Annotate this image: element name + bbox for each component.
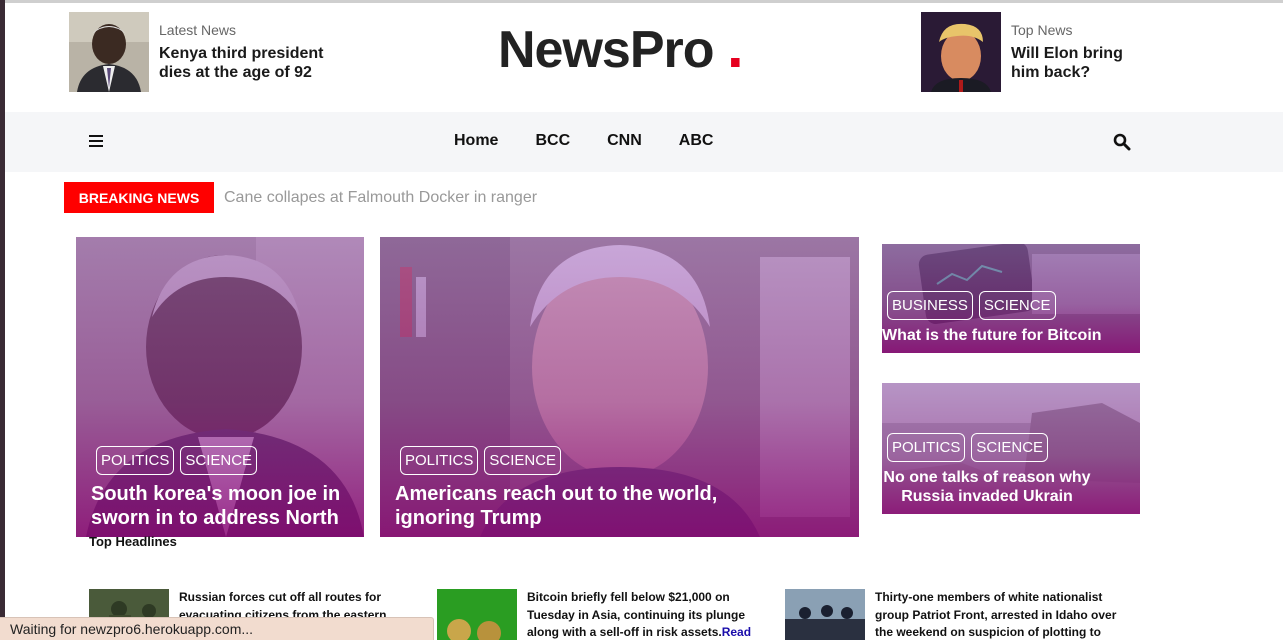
top-news-headline[interactable]: Will Elon bring him back? <box>1011 44 1123 82</box>
headline-item-3-line2[interactable]: group Patriot Front, arrested in Idaho o… <box>875 608 1116 622</box>
browser-top-border <box>0 0 1283 3</box>
top-news-teaser[interactable]: Top News Will Elon bring him back? <box>921 12 1123 92</box>
read-more-link[interactable]: Read <box>722 625 751 639</box>
featured-card-4[interactable]: POLITICS SCIENCE No one talks of reason … <box>882 383 1140 514</box>
featured-card-1-title[interactable]: South korea's moon joe in sworn in to ad… <box>91 482 361 530</box>
breaking-news-badge: BREAKING NEWS <box>64 182 214 213</box>
breaking-news-text[interactable]: Cane collapes at Falmouth Docker in rang… <box>224 189 537 207</box>
nav-link-cnn[interactable]: CNN <box>607 132 642 150</box>
hamburger-icon[interactable] <box>89 135 103 147</box>
nav-links: Home BCC CNN ABC <box>454 132 750 150</box>
top-headlines-heading: Top Headlines <box>89 534 177 549</box>
featured-card-2-tags: POLITICS SCIENCE <box>400 446 567 475</box>
headline-item-2-line1[interactable]: Bitcoin briefly fell below $21,000 on <box>527 590 730 604</box>
logo-dot: . <box>726 13 744 80</box>
headline-item-3[interactable]: Thirty-one members of white nationalist … <box>785 589 1135 642</box>
featured-card-1-title-line1[interactable]: South korea's moon joe in <box>91 483 340 505</box>
search-icon[interactable] <box>1113 133 1131 151</box>
tag-science[interactable]: SCIENCE <box>978 291 1056 320</box>
featured-card-1-title-line2[interactable]: sworn in to address North <box>91 507 339 529</box>
latest-news-teaser[interactable]: Latest News Kenya third president dies a… <box>69 12 323 92</box>
headline-item-2-line3[interactable]: along with a sell-off in risk assets. <box>527 625 722 639</box>
logo-text[interactable]: NewsPro <box>498 21 715 79</box>
featured-card-2-title-line1[interactable]: Americans reach out to the world, <box>395 483 717 505</box>
tag-business[interactable]: BUSINESS <box>887 291 973 320</box>
headline-item-3-line3[interactable]: the weekend on suspicion of plotting to <box>875 625 1101 639</box>
headline-item-2-line2[interactable]: Tuesday in Asia, continuing its plunge <box>527 608 745 622</box>
featured-card-2[interactable]: POLITICS SCIENCE Americans reach out to … <box>380 237 859 537</box>
featured-card-4-title-line2[interactable]: Russia invaded Ukrain <box>901 488 1073 505</box>
latest-news-kicker: Latest News <box>159 22 237 38</box>
headline-item-1-line1[interactable]: Russian forces cut off all routes for <box>179 590 381 604</box>
top-news-headline-line2[interactable]: him back? <box>1011 64 1090 81</box>
headline-item-2-thumbnail[interactable] <box>437 589 517 640</box>
featured-card-4-title[interactable]: No one talks of reason why Russia invade… <box>882 468 1092 506</box>
latest-news-headline-line2[interactable]: dies at the age of 92 <box>159 64 312 81</box>
headline-item-3-text[interactable]: Thirty-one members of white nationalist … <box>875 589 1135 642</box>
featured-card-4-tags: POLITICS SCIENCE <box>887 433 1054 462</box>
featured-card-3[interactable]: BUSINESS SCIENCE What is the future for … <box>882 244 1140 353</box>
latest-news-headline-line1[interactable]: Kenya third president <box>159 45 323 62</box>
featured-card-3-title[interactable]: What is the future for Bitcoin <box>882 326 1140 345</box>
top-news-thumbnail[interactable] <box>921 12 1001 92</box>
featured-card-1[interactable]: POLITICS SCIENCE South korea's moon joe … <box>76 237 364 537</box>
headline-item-2-text[interactable]: Bitcoin briefly fell below $21,000 on Tu… <box>527 589 777 642</box>
tag-science[interactable]: SCIENCE <box>971 433 1049 462</box>
latest-news-headline[interactable]: Kenya third president dies at the age of… <box>159 44 323 82</box>
tag-science[interactable]: SCIENCE <box>180 446 258 475</box>
tag-politics[interactable]: POLITICS <box>400 446 479 475</box>
browser-status-bar: Waiting for newzpro6.herokuapp.com... <box>0 617 434 640</box>
headline-item-3-line1[interactable]: Thirty-one members of white nationalist <box>875 590 1102 604</box>
tag-science[interactable]: SCIENCE <box>484 446 562 475</box>
latest-news-thumbnail[interactable] <box>69 12 149 92</box>
featured-card-4-title-line1[interactable]: No one talks of reason why <box>883 469 1090 486</box>
featured-card-2-title[interactable]: Americans reach out to the world, ignori… <box>395 482 845 530</box>
headline-item-3-thumbnail[interactable] <box>785 589 865 640</box>
main-navbar: Home BCC CNN ABC <box>5 112 1283 172</box>
featured-card-3-tags: BUSINESS SCIENCE <box>887 291 1062 320</box>
nav-link-home[interactable]: Home <box>454 132 498 150</box>
nav-link-bcc[interactable]: BCC <box>535 132 570 150</box>
nav-link-abc[interactable]: ABC <box>679 132 714 150</box>
headline-item-2[interactable]: Bitcoin briefly fell below $21,000 on Tu… <box>437 589 777 642</box>
top-news-headline-line1[interactable]: Will Elon bring <box>1011 45 1123 62</box>
tag-politics[interactable]: POLITICS <box>96 446 175 475</box>
window-left-edge <box>0 0 5 640</box>
featured-card-2-title-line2[interactable]: ignoring Trump <box>395 507 542 529</box>
top-news-kicker: Top News <box>1011 22 1073 38</box>
featured-card-1-tags: POLITICS SCIENCE <box>96 446 263 475</box>
tag-politics[interactable]: POLITICS <box>887 433 966 462</box>
site-logo[interactable]: NewsPro . <box>498 12 744 81</box>
